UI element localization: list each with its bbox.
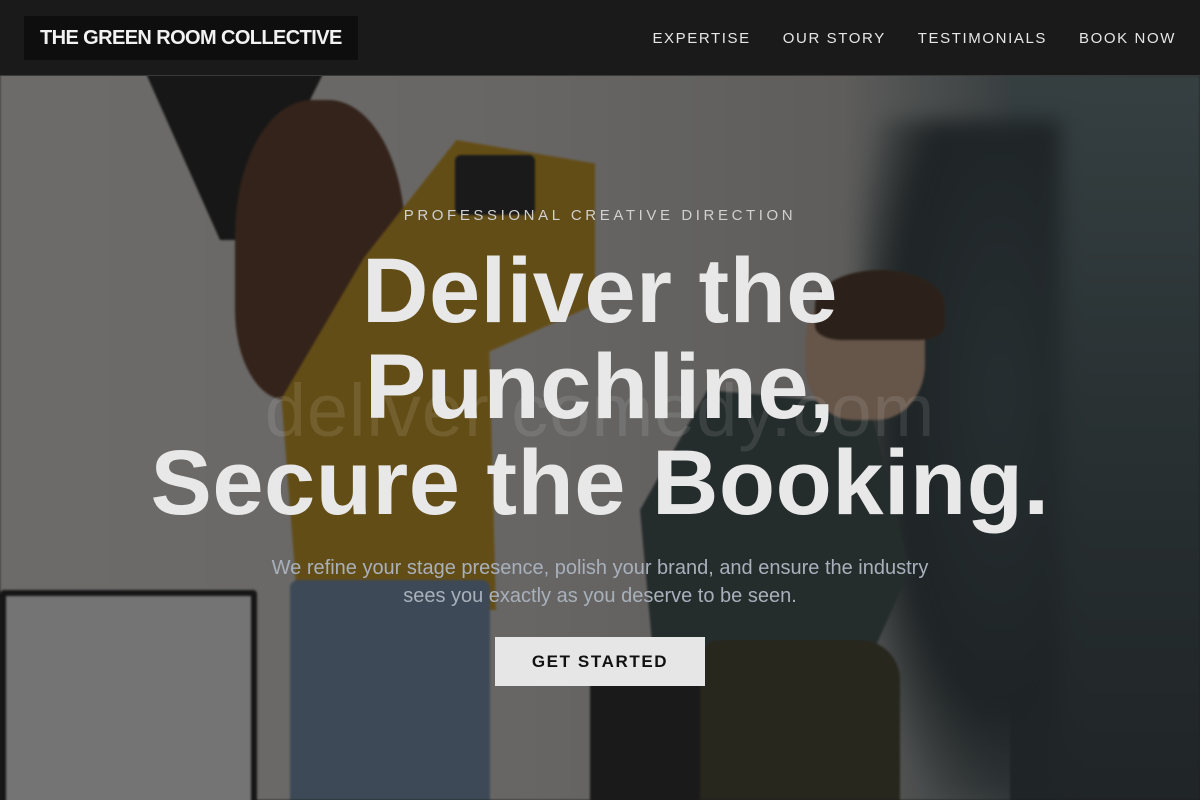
nav-link-our-story[interactable]: OUR STORY <box>783 30 886 47</box>
nav-link-book-now[interactable]: BOOK NOW <box>1079 30 1176 47</box>
nav-link-expertise[interactable]: EXPERTISE <box>652 30 750 47</box>
main-nav: EXPERTISE OUR STORY TESTIMONIALS BOOK NO… <box>652 0 1176 76</box>
hero-headline: Deliver the Punchline, Secure the Bookin… <box>0 243 1200 531</box>
get-started-button[interactable]: GET STARTED <box>495 637 705 686</box>
site-logo[interactable]: THE GREEN ROOM COLLECTIVE <box>24 16 358 60</box>
hero-eyebrow: PROFESSIONAL CREATIVE DIRECTION <box>403 207 797 224</box>
headline-line-1: Deliver the <box>362 240 838 342</box>
headline-line-2: Punchline, <box>364 336 836 438</box>
landing-page: deliver comedy.com THE GREEN ROOM COLLEC… <box>0 0 1200 800</box>
hero-subtext: We refine your stage presence, polish yo… <box>271 557 929 607</box>
nav-link-testimonials[interactable]: TESTIMONIALS <box>918 30 1047 47</box>
headline-line-3: Secure the Booking. <box>150 432 1050 534</box>
navbar: THE GREEN ROOM COLLECTIVE EXPERTISE OUR … <box>0 0 1200 76</box>
